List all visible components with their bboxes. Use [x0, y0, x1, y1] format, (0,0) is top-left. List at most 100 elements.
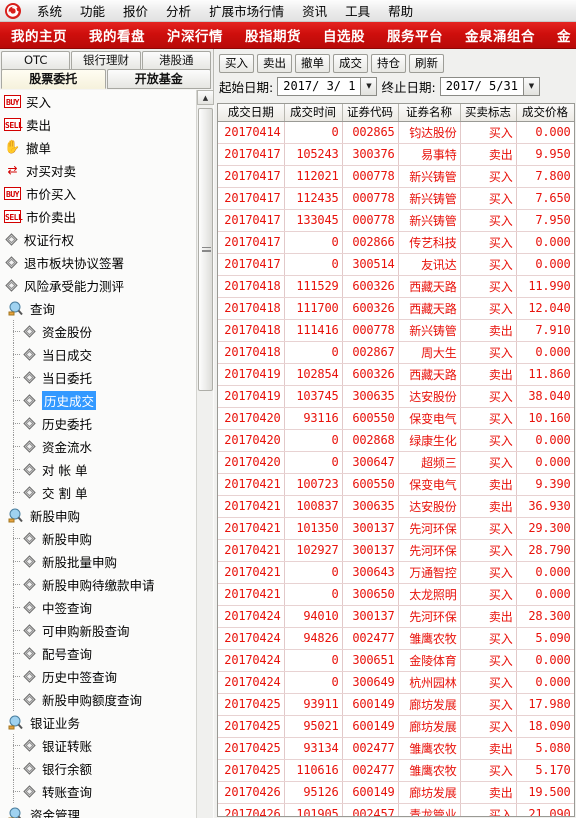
sidebar-group-bank-securities[interactable]: 银证业务	[0, 711, 194, 734]
toolbar-trades-button[interactable]: 成交	[333, 53, 368, 73]
sidebar-item-today-orders[interactable]: 当日委托	[0, 366, 194, 389]
sidebar-item-pending-payment-application[interactable]: 新股申购待缴款申请	[0, 573, 194, 596]
table-row[interactable]: 20170421 0 300643 万通智控 买入 0.000	[218, 561, 574, 584]
table-row[interactable]: 20170424 94826 002477 雏鹰农牧 买入 5.090	[218, 627, 574, 650]
scrollbar-thumb[interactable]	[198, 108, 213, 391]
table-row[interactable]: 20170418 111416 000778 新兴铸管 卖出 7.910	[218, 319, 574, 342]
nav-item-my-homepage[interactable]: 我的主页	[0, 25, 78, 45]
sidebar-item-available-new-shares[interactable]: 可申购新股查询	[0, 619, 194, 642]
table-row[interactable]: 20170425 93911 600149 廊坊发展 买入 17.980	[218, 693, 574, 716]
menu-item-analysis[interactable]: 分析	[157, 0, 200, 22]
table-row[interactable]: 20170424 94010 300137 先河环保 卖出 28.300	[218, 605, 574, 628]
table-column-header-3[interactable]: 证券名称	[398, 104, 461, 122]
table-row[interactable]: 20170417 112021 000778 新兴铸管 买入 7.800	[218, 165, 574, 188]
table-row[interactable]: 20170425 95021 600149 廊坊发展 买入 18.090	[218, 715, 574, 738]
table-row[interactable]: 20170421 100837 300635 达安股份 卖出 36.930	[218, 495, 574, 518]
toolbar-buy-button[interactable]: 买入	[219, 53, 254, 73]
nav-item-jinquanyong-portfolio[interactable]: 金泉涌组合	[454, 25, 546, 45]
table-column-header-4[interactable]: 买卖标志	[460, 104, 517, 122]
table-row[interactable]: 20170420 0 002868 绿康生化 买入 0.000	[218, 429, 574, 452]
menu-item-help[interactable]: 帮助	[379, 0, 422, 22]
table-row[interactable]: 20170420 93116 600550 保变电气 买入 10.160	[218, 407, 574, 430]
sidebar-nav-list[interactable]: BUY 买入 SELL 卖出 ✋ 撤单 ⇄ 对买对卖 BUY 市价买入 SELL…	[0, 90, 214, 818]
table-row[interactable]: 20170418 0 002867 周大生 买入 0.000	[218, 341, 574, 364]
tab-otc[interactable]: OTC	[1, 51, 71, 70]
table-row[interactable]: 20170417 133045 000778 新兴铸管 买入 7.950	[218, 209, 574, 232]
table-column-header-5[interactable]: 成交价格	[516, 104, 574, 122]
start-date-input[interactable]: 2017/ 3/ 1 ▼	[277, 76, 378, 96]
sidebar-item-bank-balance-1[interactable]: 银行余额	[0, 757, 194, 780]
table-row[interactable]: 20170424 0 300651 金陵体育 买入 0.000	[218, 649, 574, 672]
menu-item-news[interactable]: 资讯	[293, 0, 336, 22]
toolbar-positions-button[interactable]: 持仓	[371, 53, 406, 73]
sidebar-action-sell[interactable]: SELL 卖出	[0, 113, 194, 136]
sidebar-item-cash-flow[interactable]: 资金流水	[0, 435, 194, 458]
sidebar-item-today-trades[interactable]: 当日成交	[0, 343, 194, 366]
sidebar-item-batch-subscribe[interactable]: 新股批量申购	[0, 550, 194, 573]
nav-item-my-board[interactable]: 我的看盘	[78, 25, 156, 45]
menu-item-function[interactable]: 功能	[71, 0, 114, 22]
table-row[interactable]: 20170425 93134 002477 雏鹰农牧 卖出 5.080	[218, 737, 574, 760]
table-row[interactable]: 20170425 110616 002477 雏鹰农牧 买入 5.170	[218, 759, 574, 782]
table-row[interactable]: 20170426 101905 002457 青龙管业 买入 21.090	[218, 803, 574, 816]
menu-item-tools[interactable]: 工具	[336, 0, 379, 22]
tab-hk-connect[interactable]: 港股通	[141, 51, 211, 70]
chevron-down-icon[interactable]: ▼	[522, 77, 539, 95]
table-row[interactable]: 20170417 105243 300376 易事特 卖出 9.950	[218, 143, 574, 166]
menu-item-system[interactable]: 系统	[28, 0, 71, 22]
sidebar-item-fund-shares[interactable]: 资金股份	[0, 320, 194, 343]
tab-bank-wealth[interactable]: 银行理财	[71, 51, 141, 70]
tab-stock-trading[interactable]: 股票委托	[1, 69, 106, 89]
table-column-header-2[interactable]: 证券代码	[342, 104, 399, 122]
table-row[interactable]: 20170414 0 002865 钧达股份 买入 0.000	[218, 121, 574, 144]
sidebar-item-settlement[interactable]: 交 割 单	[0, 481, 194, 504]
sidebar-action-warrant-exercise[interactable]: 权证行权	[0, 228, 194, 251]
table-row[interactable]: 20170418 111700 600326 西藏天路 买入 12.040	[218, 297, 574, 320]
tab-open-fund[interactable]: 开放基金	[106, 69, 211, 89]
sidebar-group-new-share-subscription[interactable]: 新股申购	[0, 504, 194, 527]
table-row[interactable]: 20170417 0 002866 传艺科技 买入 0.000	[218, 231, 574, 254]
table-row[interactable]: 20170421 101350 300137 先河环保 买入 29.300	[218, 517, 574, 540]
sidebar-item-history-winning-query[interactable]: 历史中签查询	[0, 665, 194, 688]
sidebar-action-two-way[interactable]: ⇄ 对买对卖	[0, 159, 194, 182]
table-row[interactable]: 20170417 112435 000778 新兴铸管 买入 7.650	[218, 187, 574, 210]
sidebar-scrollbar[interactable]: ▲	[196, 90, 214, 818]
table-row[interactable]: 20170421 0 300650 太龙照明 买入 0.000	[218, 583, 574, 606]
toolbar-refresh-button[interactable]: 刷新	[409, 53, 444, 73]
sidebar-item-history-orders[interactable]: 历史委托	[0, 412, 194, 435]
table-column-header-0[interactable]: 成交日期	[218, 104, 285, 122]
table-column-header-1[interactable]: 成交时间	[284, 104, 343, 122]
nav-item-service-platform[interactable]: 服务平台	[376, 25, 454, 45]
sidebar-item-new-share-subscribe[interactable]: 新股申购	[0, 527, 194, 550]
menu-item-quote[interactable]: 报价	[114, 0, 157, 22]
table-row[interactable]: 20170420 0 300647 超频三 买入 0.000	[218, 451, 574, 474]
sidebar-item-winning-query[interactable]: 中签查询	[0, 596, 194, 619]
table-row[interactable]: 20170417 0 300514 友讯达 买入 0.000	[218, 253, 574, 276]
nav-item-index-futures[interactable]: 股指期货	[234, 25, 312, 45]
sidebar-group-query[interactable]: 查询	[0, 297, 194, 320]
table-row[interactable]: 20170421 100723 600550 保变电气 卖出 9.390	[218, 473, 574, 496]
sidebar-item-allocation-number-query[interactable]: 配号查询	[0, 642, 194, 665]
end-date-input[interactable]: 2017/ 5/31 ▼	[439, 76, 540, 96]
sidebar-action-market-buy[interactable]: BUY 市价买入	[0, 182, 194, 205]
sidebar-action-cancel-order[interactable]: ✋ 撤单	[0, 136, 194, 159]
sidebar-item-history-trades[interactable]: 历史成交	[0, 389, 194, 412]
sidebar-action-buy[interactable]: BUY 买入	[0, 90, 194, 113]
sidebar-action-risk-assessment[interactable]: 风险承受能力测评	[0, 274, 194, 297]
nav-item-sh-sz-market[interactable]: 沪深行情	[156, 25, 234, 45]
table-row[interactable]: 20170418 111529 600326 西藏天路 买入 11.990	[218, 275, 574, 298]
sidebar-item-subscription-quota-query[interactable]: 新股申购额度查询	[0, 688, 194, 711]
toolbar-cancel-button[interactable]: 撤单	[295, 53, 330, 73]
nav-item-overflow[interactable]: 金	[546, 25, 576, 45]
nav-item-watchlist[interactable]: 自选股	[312, 25, 376, 45]
menu-item-extended-market[interactable]: 扩展市场行情	[200, 0, 293, 22]
sidebar-item-bank-transfer-1[interactable]: 银证转账	[0, 734, 194, 757]
sidebar-action-delisting-agreement[interactable]: 退市板块协议签署	[0, 251, 194, 274]
table-row[interactable]: 20170424 0 300649 杭州园林 买入 0.000	[218, 671, 574, 694]
table-row[interactable]: 20170421 102927 300137 先河环保 买入 28.790	[218, 539, 574, 562]
sidebar-group-fund-management[interactable]: 资金管理	[0, 803, 194, 818]
table-row[interactable]: 20170419 103745 300635 达安股份 买入 38.040	[218, 385, 574, 408]
sidebar-action-market-sell[interactable]: SELL 市价卖出	[0, 205, 194, 228]
table-row[interactable]: 20170426 95126 600149 廊坊发展 卖出 19.500	[218, 781, 574, 804]
scroll-up-button[interactable]: ▲	[197, 90, 214, 105]
